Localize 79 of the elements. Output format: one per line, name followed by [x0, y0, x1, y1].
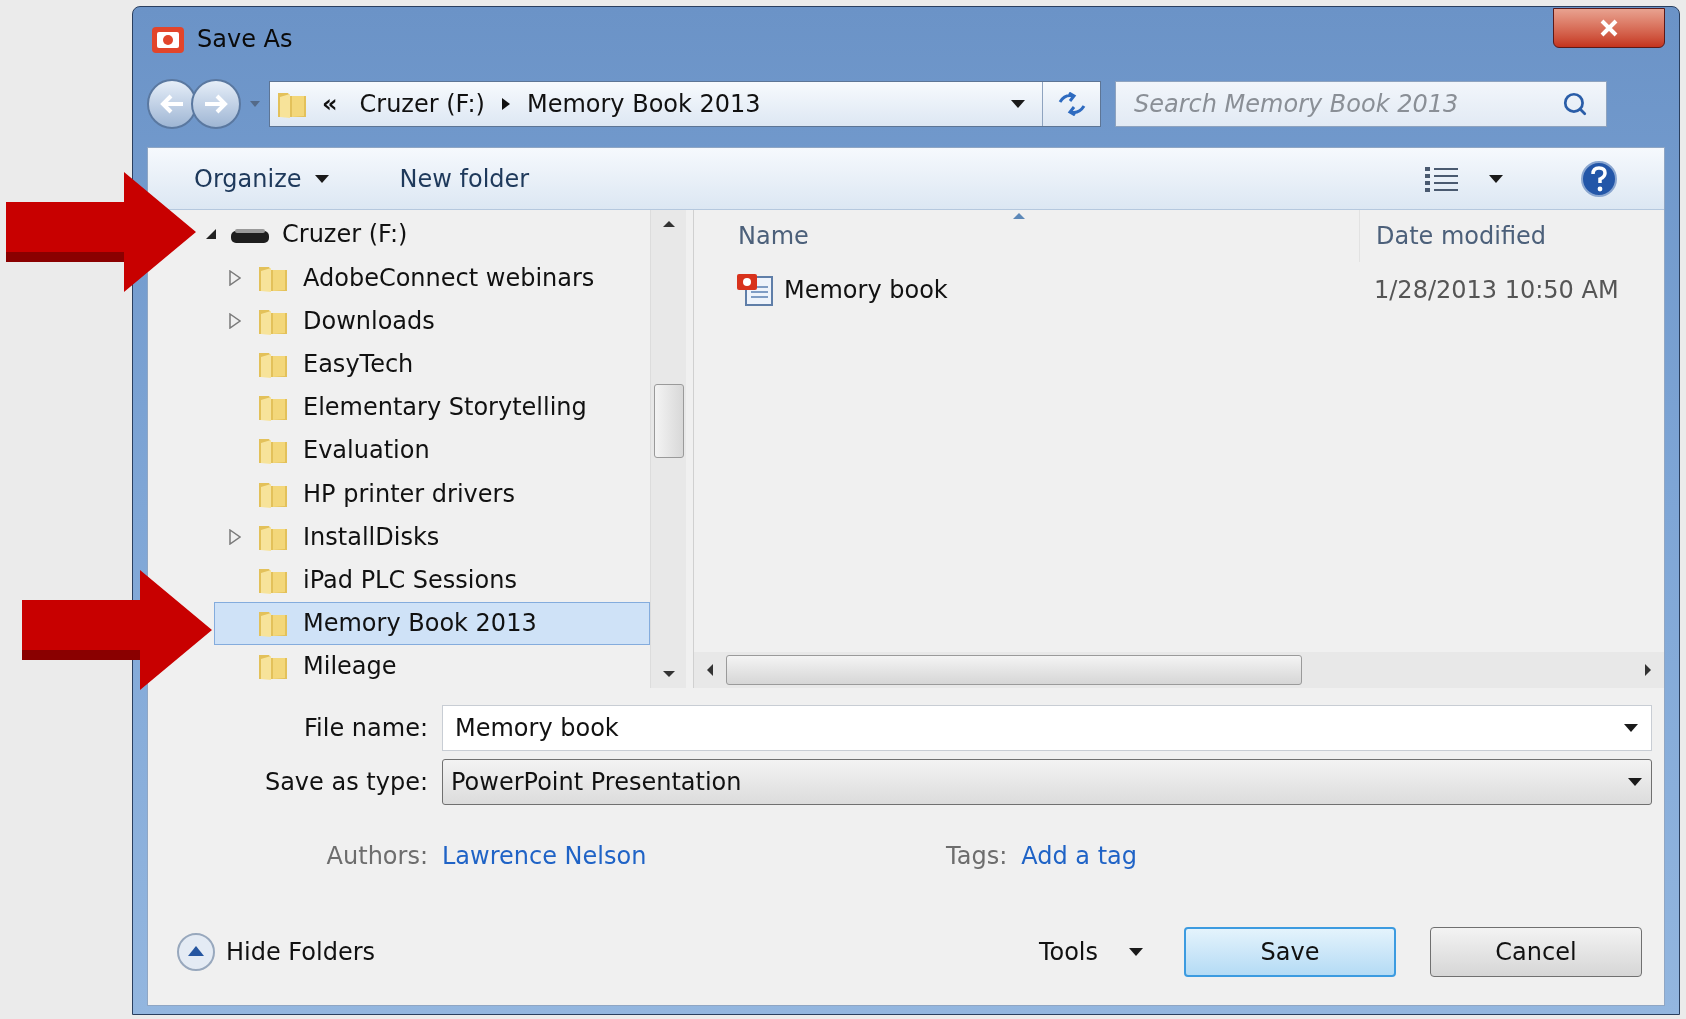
- new-folder-button[interactable]: New folder: [399, 160, 530, 197]
- folder-tree-item[interactable]: Evaluation: [214, 428, 650, 472]
- tags-link[interactable]: Add a tag: [1021, 838, 1137, 874]
- scroll-down-icon[interactable]: [661, 670, 676, 678]
- help-icon[interactable]: [1580, 159, 1618, 198]
- folder-label: Downloads: [303, 305, 435, 337]
- scroll-thumb[interactable]: [726, 655, 1302, 685]
- save-button[interactable]: Save: [1184, 927, 1396, 977]
- scroll-right-icon[interactable]: [1644, 663, 1652, 677]
- folder-label: iPad PLC Sessions: [303, 565, 517, 596]
- close-button[interactable]: [1553, 8, 1665, 48]
- file-name: Memory book: [784, 275, 948, 306]
- folder-label: Memory Book 2013: [303, 608, 537, 640]
- view-caret-icon: [1488, 173, 1504, 184]
- address-bar[interactable]: « Cruzer (F:) Memory Book 2013: [269, 81, 1101, 127]
- separator-icon[interactable]: [500, 97, 511, 111]
- folder-tree-item[interactable]: AdobeConnect webinars: [214, 256, 650, 300]
- close-icon: [1599, 19, 1619, 37]
- tools-menu[interactable]: Tools: [1038, 934, 1144, 970]
- expand-icon[interactable]: [229, 269, 241, 286]
- collapse-up-icon: [176, 932, 216, 972]
- file-name-field[interactable]: Memory book: [442, 705, 1652, 751]
- file-row[interactable]: Memory book 1/28/2013 10:50 AM: [694, 262, 1664, 318]
- search-field[interactable]: Search Memory Book 2013: [1115, 81, 1607, 127]
- caret-icon: [1627, 777, 1643, 787]
- collapse-icon[interactable]: [204, 227, 218, 241]
- scroll-left-icon[interactable]: [706, 663, 714, 677]
- forward-arrow-icon: [203, 93, 229, 115]
- folder-label: Mileage: [303, 651, 397, 683]
- folder-tree-item[interactable]: InstallDisks: [214, 515, 650, 559]
- search-icon[interactable]: [1562, 91, 1588, 117]
- expand-icon[interactable]: [229, 312, 241, 329]
- drive-label: Cruzer (F:): [282, 219, 408, 250]
- forward-button[interactable]: [191, 79, 241, 129]
- field-label: File name:: [303, 713, 429, 744]
- drive-tree-item[interactable]: Cruzer (F:): [200, 212, 650, 256]
- sort-arrow-icon: [1012, 212, 1026, 220]
- folder-label: InstallDisks: [303, 521, 440, 553]
- app-icon: [151, 24, 185, 54]
- folder-tree-item[interactable]: Mileage: [214, 644, 650, 688]
- field-label: Tags:: [946, 841, 1009, 872]
- folder-label: HP printer drivers: [303, 478, 515, 510]
- scroll-up-icon[interactable]: [661, 220, 676, 228]
- field-label: Authors:: [325, 841, 429, 872]
- caret-icon: [313, 173, 330, 184]
- folder-tree-item[interactable]: Elementary Storytelling: [214, 385, 650, 429]
- authors-link[interactable]: Lawrence Nelson: [442, 838, 946, 874]
- column-header[interactable]: Date modified: [1360, 210, 1547, 262]
- expand-icon[interactable]: [229, 528, 241, 545]
- caret-icon: [1623, 723, 1639, 733]
- folder-label: Evaluation: [303, 435, 430, 467]
- folder-tree-item[interactable]: EasyTech: [214, 342, 650, 386]
- breadcrumb-item[interactable]: Cruzer (F:): [359, 86, 485, 122]
- folder-tree-item[interactable]: HP printer drivers: [214, 472, 650, 516]
- view-list-icon[interactable]: [1424, 165, 1460, 192]
- folder-tree-item[interactable]: iPad PLC Sessions: [214, 558, 650, 602]
- folder-tree-item[interactable]: Memory Book 2013: [214, 601, 650, 645]
- horizontal-scrollbar[interactable]: [694, 652, 1664, 688]
- scroll-thumb[interactable]: [653, 384, 684, 458]
- back-arrow-icon: [159, 93, 185, 115]
- column-header[interactable]: Name: [694, 210, 1360, 262]
- organize-menu[interactable]: Organize: [194, 160, 330, 197]
- overflow-chevron[interactable]: «: [322, 86, 338, 122]
- file-date: 1/28/2013 10:50 AM: [1373, 275, 1619, 306]
- breadcrumb-item[interactable]: Memory Book 2013: [526, 86, 761, 122]
- presentation-file-icon: [736, 273, 774, 307]
- caret-icon: [1128, 947, 1144, 957]
- refresh-icon: [1056, 92, 1087, 116]
- field-label: Save as type:: [263, 767, 429, 798]
- cancel-button[interactable]: Cancel: [1430, 927, 1642, 977]
- hide-folders-button[interactable]: Hide Folders: [176, 932, 375, 972]
- folder-label: AdobeConnect webinars: [303, 262, 595, 294]
- window-title: Save As: [197, 24, 293, 55]
- save-type-dropdown[interactable]: PowerPoint Presentation: [442, 759, 1652, 805]
- folder-tree-item[interactable]: Downloads: [214, 299, 650, 343]
- folder-label: Elementary Storytelling: [303, 392, 587, 424]
- vertical-scrollbar[interactable]: [650, 210, 686, 688]
- dropdown-caret-icon: [1010, 99, 1026, 109]
- folder-label: EasyTech: [303, 349, 414, 380]
